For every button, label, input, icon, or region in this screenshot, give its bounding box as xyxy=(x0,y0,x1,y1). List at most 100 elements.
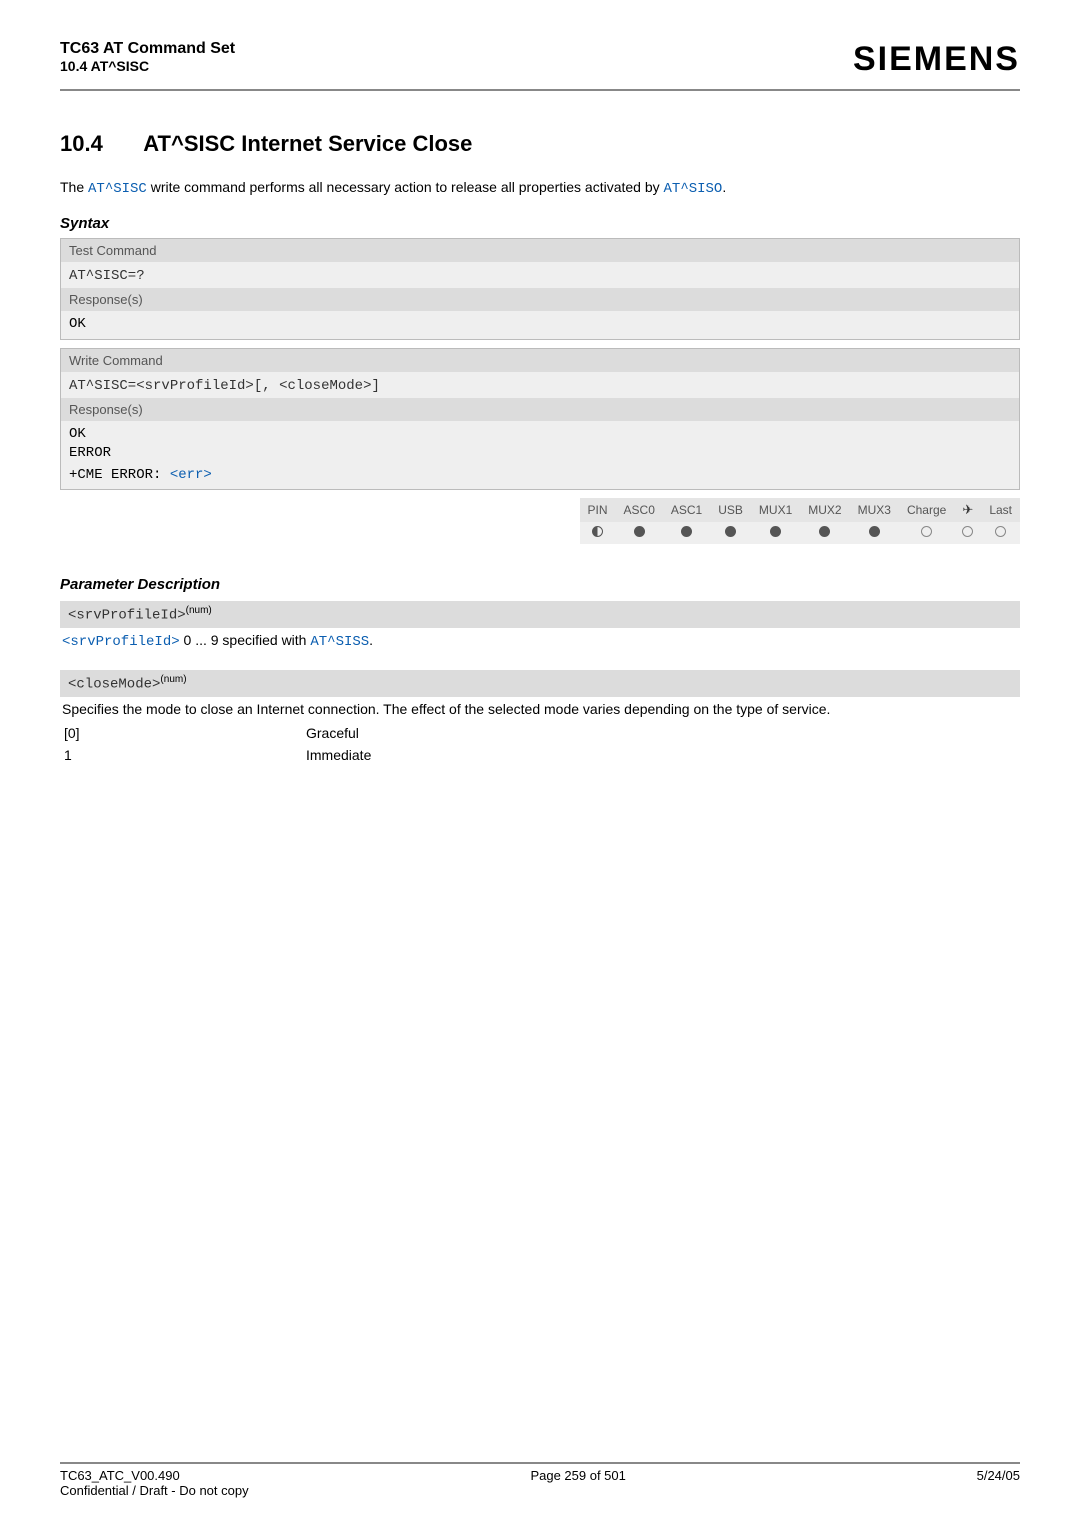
test-response-ok: OK xyxy=(69,315,1011,335)
param-srvprofileid-label: <srvProfileId>(num) xyxy=(60,601,1020,628)
status-hdr-last: Last xyxy=(981,498,1020,522)
status-hdr-mux3: MUX3 xyxy=(850,498,899,522)
header-divider xyxy=(60,89,1020,91)
write-command-value: AT^SISC=<srvProfileId>[, <closeMode>] xyxy=(61,372,1019,398)
write-command-box: Write Command AT^SISC=<srvProfileId>[, <… xyxy=(60,348,1020,491)
footer-confidential: Confidential / Draft - Do not copy xyxy=(60,1483,1020,1498)
param-num-sup2: (num) xyxy=(160,674,186,685)
full-circle-icon xyxy=(681,526,692,537)
status-table: PIN ASC0 ASC1 USB MUX1 MUX2 MUX3 Charge … xyxy=(580,498,1021,544)
section-title-text: AT^SISC Internet Service Close xyxy=(143,131,472,156)
write-end: ] xyxy=(371,378,379,394)
write-param1-link[interactable]: <srvProfileId> xyxy=(136,378,254,394)
header-left: TC63 AT Command Set 10.4 AT^SISC xyxy=(60,40,235,74)
empty-circle-icon xyxy=(921,526,932,537)
status-icon-mux2 xyxy=(800,522,849,544)
syntax-heading: Syntax xyxy=(60,215,1020,232)
srvprofileid-link[interactable]: <srvProfileId> xyxy=(62,634,180,650)
param-srvprofileid-name: <srvProfileId> xyxy=(68,608,186,624)
status-icon-last xyxy=(981,522,1020,544)
write-sep: [, xyxy=(254,378,279,394)
full-circle-icon xyxy=(770,526,781,537)
closemode-val-1: 1 xyxy=(64,745,304,765)
cme-prefix: +CME ERROR: xyxy=(69,467,170,483)
write-response-label: Response(s) xyxy=(61,398,1019,421)
closemode-val-0: [0] xyxy=(64,723,304,743)
status-icon-mux3 xyxy=(850,522,899,544)
status-hdr-asc1: ASC1 xyxy=(663,498,710,522)
status-hdr-pin: PIN xyxy=(580,498,616,522)
empty-circle-icon xyxy=(962,526,973,537)
empty-circle-icon xyxy=(995,526,1006,537)
write-command-label: Write Command xyxy=(61,349,1019,372)
footer-divider xyxy=(60,1462,1020,1464)
closemode-label-1: Immediate xyxy=(306,745,371,765)
param-closemode-desc: Specifies the mode to close an Internet … xyxy=(60,697,1020,779)
write-response-body: OK ERROR +CME ERROR: <err> xyxy=(61,421,1019,490)
footer-version: TC63_ATC_V00.490 xyxy=(60,1468,180,1483)
full-circle-icon xyxy=(819,526,830,537)
table-row: 1 Immediate xyxy=(64,745,371,765)
doc-title: TC63 AT Command Set xyxy=(60,40,235,58)
p1-end: . xyxy=(369,632,373,648)
test-command-box: Test Command AT^SISC=? Response(s) OK xyxy=(60,238,1020,340)
page-footer: TC63_ATC_V00.490 Page 259 of 501 5/24/05… xyxy=(60,1462,1020,1498)
write-param2-link[interactable]: <closeMode> xyxy=(279,378,371,394)
doc-subtitle: 10.4 AT^SISC xyxy=(60,58,235,74)
footer-right: 5/24/05 xyxy=(977,1468,1020,1483)
table-row: [0] Graceful xyxy=(64,723,371,743)
test-command-label: Test Command xyxy=(61,239,1019,262)
test-command-text: AT^SISC=? xyxy=(69,268,145,284)
write-resp-error: ERROR xyxy=(69,444,1011,464)
section-number: 10.4 xyxy=(60,131,138,157)
test-command-value: AT^SISC=? xyxy=(61,262,1019,288)
status-icon-plane xyxy=(954,522,981,544)
write-resp-cme: +CME ERROR: <err> xyxy=(69,464,1011,486)
intro-mid: write command performs all necessary act… xyxy=(147,179,664,195)
test-response-label: Response(s) xyxy=(61,288,1019,311)
full-circle-icon xyxy=(725,526,736,537)
atsiss-link[interactable]: AT^SISS xyxy=(310,634,369,650)
param-closemode-name: <closeMode> xyxy=(68,677,160,693)
status-hdr-usb: USB xyxy=(710,498,751,522)
half-circle-icon xyxy=(592,526,603,537)
status-icon-asc1 xyxy=(663,522,710,544)
param-srvprofileid-desc: <srvProfileId> 0 ... 9 specified with AT… xyxy=(60,628,1020,662)
footer-center: Page 259 of 501 xyxy=(530,1468,625,1483)
write-cmd-prefix: AT^SISC= xyxy=(69,378,136,394)
closemode-values-table: [0] Graceful 1 Immediate xyxy=(62,721,373,767)
footer-left: TC63_ATC_V00.490 xyxy=(60,1468,180,1483)
status-icon-row xyxy=(580,522,1021,544)
intro-cmd1-link[interactable]: AT^SISC xyxy=(88,181,147,197)
intro-prefix: The xyxy=(60,179,88,195)
test-response-body: OK xyxy=(61,311,1019,339)
param-desc-heading: Parameter Description xyxy=(60,576,1020,593)
status-hdr-mux2: MUX2 xyxy=(800,498,849,522)
status-hdr-charge: Charge xyxy=(899,498,954,522)
status-hdr-plane-icon: ✈ xyxy=(954,498,981,522)
cme-err-link[interactable]: <err> xyxy=(170,467,212,483)
status-icon-pin xyxy=(580,522,616,544)
intro-cmd2-link[interactable]: AT^SISO xyxy=(664,181,723,197)
intro-paragraph: The AT^SISC write command performs all n… xyxy=(60,179,1020,197)
closemode-label-0: Graceful xyxy=(306,723,371,743)
intro-suffix: . xyxy=(722,179,726,195)
status-row: PIN ASC0 ASC1 USB MUX1 MUX2 MUX3 Charge … xyxy=(60,498,1020,544)
status-hdr-mux1: MUX1 xyxy=(751,498,800,522)
status-icon-charge xyxy=(899,522,954,544)
status-icon-asc0 xyxy=(616,522,663,544)
status-icon-mux1 xyxy=(751,522,800,544)
status-icon-usb xyxy=(710,522,751,544)
full-circle-icon xyxy=(869,526,880,537)
p2-desc-text: Specifies the mode to close an Internet … xyxy=(62,701,830,717)
param-closemode-label: <closeMode>(num) xyxy=(60,670,1020,697)
full-circle-icon xyxy=(634,526,645,537)
page-header: TC63 AT Command Set 10.4 AT^SISC SIEMENS xyxy=(60,40,1020,87)
status-header-row: PIN ASC0 ASC1 USB MUX1 MUX2 MUX3 Charge … xyxy=(580,498,1021,522)
write-resp-ok: OK xyxy=(69,425,1011,445)
status-hdr-asc0: ASC0 xyxy=(616,498,663,522)
param-num-sup: (num) xyxy=(186,605,212,616)
section-heading: 10.4 AT^SISC Internet Service Close xyxy=(60,131,1020,157)
brand-logo: SIEMENS xyxy=(853,40,1020,79)
p1-mid: 0 ... 9 specified with xyxy=(180,632,311,648)
